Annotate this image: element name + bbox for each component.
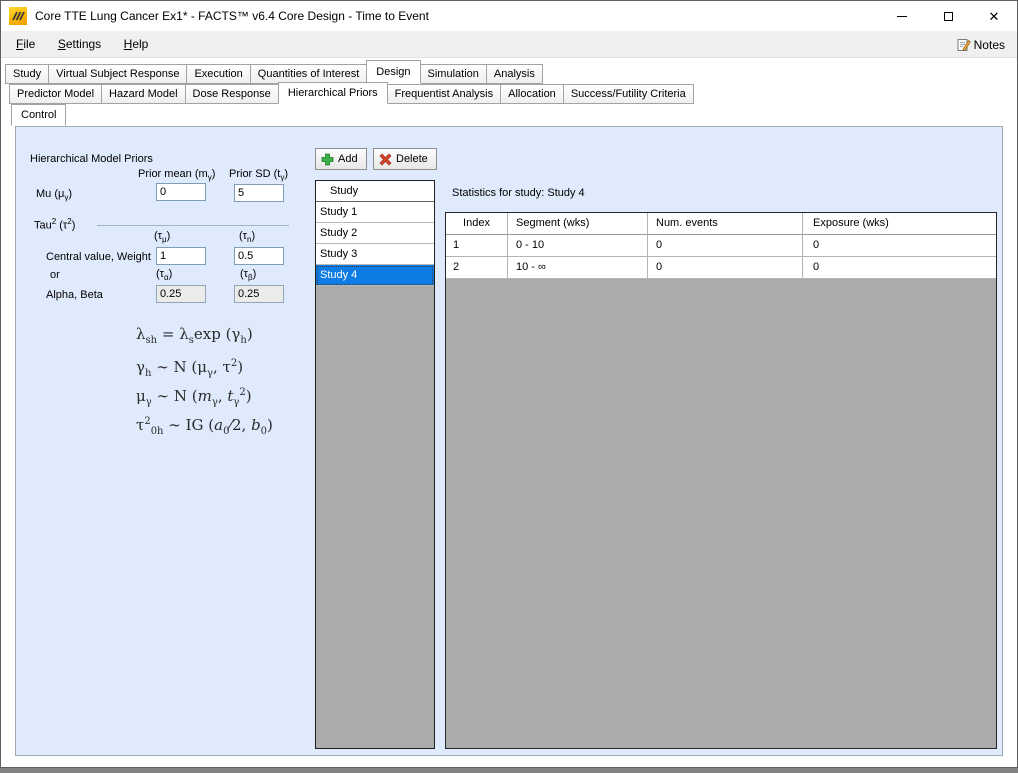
mu-label: Mu (μγ): [36, 188, 72, 202]
delete-x-icon: [379, 153, 392, 166]
design-tab-strip: Predictor Model Hazard Model Dose Respon…: [9, 82, 693, 104]
study-list-item-selected[interactable]: Study 4: [316, 265, 434, 286]
tab-dose-response[interactable]: Dose Response: [185, 84, 279, 104]
cell-index: 2: [446, 257, 508, 279]
app-window: Core TTE Lung Cancer Ex1* - FACTS™ v6.4 …: [0, 0, 1018, 768]
alpha-beta-label: Alpha, Beta: [46, 289, 103, 301]
grid-row: 2 10 - ∞ 0 0: [446, 257, 996, 279]
hierarchical-priors-panel: Hierarchical Model Priors Prior mean (mγ…: [15, 126, 1003, 756]
tau-mu-subheader: (τμ): [154, 230, 170, 244]
close-icon: ✕: [989, 10, 1000, 23]
delete-button-label: Delete: [396, 153, 428, 165]
tab-success-futility-criteria[interactable]: Success/Futility Criteria: [563, 84, 694, 104]
close-button[interactable]: ✕: [971, 1, 1017, 31]
formula-mu: μγ ∼ N (mγ, tγ2): [136, 378, 326, 407]
formula-lambda: λsh = λsexp (γh): [136, 320, 326, 349]
column-header-segment: Segment (wks): [508, 213, 648, 235]
tau-alpha-subheader: (τα): [156, 268, 172, 282]
tab-quantities-of-interest[interactable]: Quantities of Interest: [250, 64, 368, 84]
formula-tau: τ20h ∼ IG (a0⁄2, b0): [136, 407, 326, 436]
tab-frequentist-analysis[interactable]: Frequentist Analysis: [387, 84, 501, 104]
tab-study[interactable]: Study: [5, 64, 49, 84]
tab-hierarchical-priors[interactable]: Hierarchical Priors: [278, 82, 388, 104]
tau-section-divider: [97, 225, 289, 226]
notes-button[interactable]: Notes: [952, 34, 1009, 55]
central-value-weight-label: Central value, Weight: [46, 251, 151, 263]
statistics-grid: Index Segment (wks) Num. events Exposure…: [445, 212, 997, 749]
tab-simulation[interactable]: Simulation: [420, 64, 487, 84]
delete-study-button[interactable]: Delete: [373, 148, 437, 170]
tau-n-subheader: (τn): [239, 230, 255, 244]
cell-num-events: 0: [648, 257, 803, 279]
tab-virtual-subject-response[interactable]: Virtual Subject Response: [48, 64, 187, 84]
tab-execution[interactable]: Execution: [186, 64, 250, 84]
menu-bar: File Settings Help Notes: [1, 31, 1017, 58]
mu-prior-sd-input[interactable]: [234, 184, 284, 202]
priors-section-title: Hierarchical Model Priors: [30, 153, 153, 165]
study-list-item[interactable]: Study 3: [316, 244, 434, 265]
menu-help[interactable]: Help: [115, 31, 158, 58]
or-label: or: [50, 269, 60, 281]
menu-settings[interactable]: Settings: [49, 31, 110, 58]
minimize-button[interactable]: [879, 1, 925, 31]
prior-sd-column-header: Prior SD (tγ): [229, 168, 288, 182]
tau-weight-input[interactable]: [234, 247, 284, 265]
cell-exposure: 0: [803, 235, 996, 257]
tau-central-value-input[interactable]: [156, 247, 206, 265]
window-title: Core TTE Lung Cancer Ex1* - FACTS™ v6.4 …: [35, 1, 429, 31]
taskbar-edge: [0, 768, 1018, 773]
main-tab-strip: Study Virtual Subject Response Execution…: [5, 60, 542, 84]
statistics-title: Statistics for study: Study 4: [452, 187, 585, 199]
grid-row: 1 0 - 10 0 0: [446, 235, 996, 257]
maximize-icon: [944, 12, 953, 21]
formula-gamma: γh ∼ N (μγ, τ2): [136, 349, 326, 378]
notes-icon: [956, 37, 971, 52]
cell-segment: 0 - 10: [508, 235, 648, 257]
tab-allocation[interactable]: Allocation: [500, 84, 564, 104]
cell-num-events: 0: [648, 235, 803, 257]
notes-label: Notes: [974, 38, 1005, 52]
prior-mean-column-header: Prior mean (mγ): [138, 168, 215, 182]
cell-exposure: 0: [803, 257, 996, 279]
tab-predictor-model[interactable]: Predictor Model: [9, 84, 102, 104]
tab-analysis[interactable]: Analysis: [486, 64, 543, 84]
column-header-index: Index: [446, 213, 508, 235]
add-plus-icon: [321, 153, 334, 166]
maximize-button[interactable]: [925, 1, 971, 31]
study-list-header: Study: [316, 181, 434, 202]
minimize-icon: [897, 16, 907, 17]
cell-segment: 10 - ∞: [508, 257, 648, 279]
tau-beta-input: [234, 285, 284, 303]
control-tab-strip: Control: [11, 104, 65, 126]
study-list-item[interactable]: Study 1: [316, 202, 434, 223]
tab-design[interactable]: Design: [366, 60, 420, 84]
title-bar: Core TTE Lung Cancer Ex1* - FACTS™ v6.4 …: [1, 1, 1017, 31]
tab-control[interactable]: Control: [11, 104, 66, 126]
cell-index: 1: [446, 235, 508, 257]
grid-header-row: Index Segment (wks) Num. events Exposure…: [446, 213, 996, 235]
menu-file[interactable]: File: [7, 31, 44, 58]
study-list: Study Study 1 Study 2 Study 3 Study 4: [315, 180, 435, 749]
column-header-exposure: Exposure (wks): [803, 213, 996, 235]
tau-alpha-input: [156, 285, 206, 303]
study-list-item[interactable]: Study 2: [316, 223, 434, 244]
column-header-num-events: Num. events: [648, 213, 803, 235]
tab-hazard-model[interactable]: Hazard Model: [101, 84, 185, 104]
add-button-label: Add: [338, 153, 358, 165]
mu-prior-mean-input[interactable]: [156, 183, 206, 201]
add-study-button[interactable]: Add: [315, 148, 367, 170]
tau-beta-subheader: (τβ): [240, 268, 256, 282]
facts-logo-icon: [9, 7, 27, 25]
model-formulas: λsh = λsexp (γh) γh ∼ N (μγ, τ2) μγ ∼ N …: [136, 320, 326, 436]
tau-section-label: Tau2 (τ2): [34, 217, 75, 232]
